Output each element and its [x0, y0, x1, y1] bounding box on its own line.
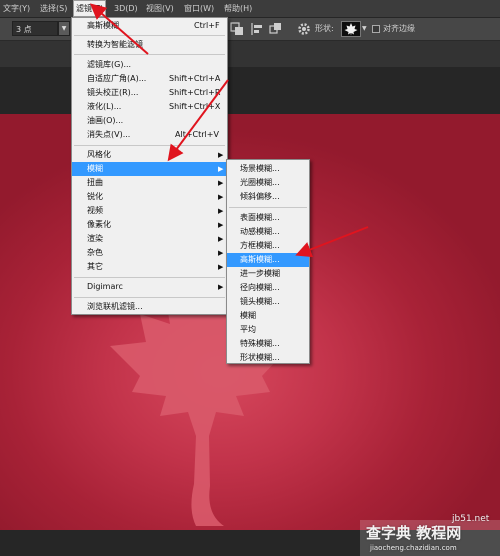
arrow-to-blur-item	[167, 79, 229, 162]
watermark-site: jb51.net	[452, 514, 490, 524]
watermark-title: 查字典 教程网	[366, 524, 462, 542]
arrow-to-gaussian-blur	[295, 226, 369, 258]
arrow-to-filter-menu	[89, 3, 149, 55]
annotation-arrows	[89, 3, 369, 258]
watermark-url: jiaocheng.chazidian.com	[370, 544, 457, 552]
